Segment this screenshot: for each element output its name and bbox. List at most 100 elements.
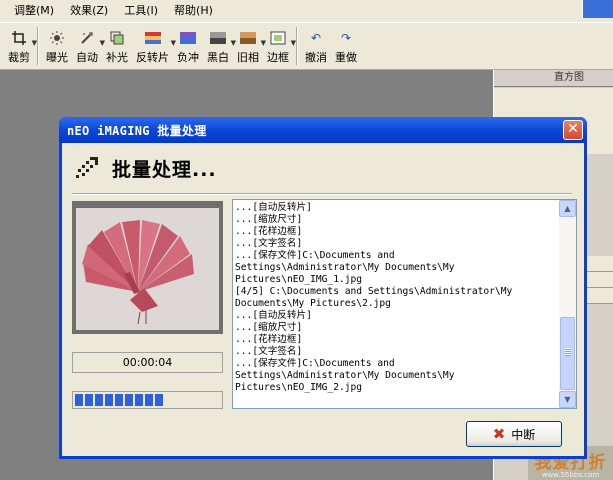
progress-block (115, 394, 123, 406)
log-line: Documents\My Pictures\2.jpg (235, 298, 391, 309)
toolbar-label: 负冲 (177, 51, 199, 64)
menu-help[interactable]: 帮助(H) (166, 0, 221, 22)
toolbar-label: 重做 (335, 51, 357, 64)
batch-process-dialog: nEO iMAGING 批量处理 ✕ 批量处理... 00:00:04 ...[… (59, 117, 587, 459)
stop-button-label: 中断 (511, 427, 536, 442)
close-icon: ✕ (567, 121, 579, 137)
header-divider (72, 193, 572, 195)
reversal-film-icon (144, 31, 161, 45)
batch-process-icon (74, 155, 100, 181)
toolbar-label: 边框 (267, 51, 289, 64)
menu-tools[interactable]: 工具(I) (116, 0, 166, 22)
elapsed-timer: 00:00:04 (72, 352, 223, 373)
log-line: ...[自动反转片] (235, 310, 312, 321)
progress-fill (75, 394, 220, 406)
panel-row (584, 272, 613, 288)
progress-block (85, 394, 93, 406)
toolbar-label: 反转片 (136, 51, 169, 64)
log-line: ...[保存文件]C:\Documents and (235, 358, 395, 369)
auto-wand-icon (79, 31, 95, 45)
progress-block (125, 394, 133, 406)
log-line: ...[文字签名] (235, 238, 303, 249)
toolbar-separator (37, 27, 39, 65)
dialog-heading: 批量处理... (112, 159, 217, 181)
scroll-down-button[interactable]: ▼ (559, 391, 576, 408)
toolbar-undo-button[interactable]: ↶ 撤消 (301, 23, 331, 69)
toolbar-frame-button[interactable]: 边框 ▼ (263, 23, 296, 69)
toolbar-reversal-film-button[interactable]: 反转片 ▼ (132, 23, 176, 69)
dialog-header: 批量处理... (62, 143, 584, 193)
progress-bar (72, 391, 223, 409)
log-line: ...[缩放尺寸] (235, 214, 303, 225)
log-line: [4/5] C:\Documents and Settings\Administ… (235, 286, 513, 297)
toolbar-label: 补光 (106, 51, 128, 64)
grip-icon (565, 348, 571, 356)
stop-button[interactable]: ✖ 中断 (466, 421, 562, 447)
histogram-panel-title: 直方图 (494, 70, 613, 87)
panel-rows (584, 256, 613, 304)
toolbar-separator (296, 27, 298, 65)
progress-block (105, 394, 113, 406)
log-line: ...[保存文件]C:\Documents and (235, 250, 395, 261)
dropdown-arrow-icon[interactable]: ▼ (291, 39, 296, 47)
toolbar-auto-button[interactable]: 自动 ▼ (72, 23, 105, 69)
log-scrollbar[interactable]: ▲ ▼ (559, 200, 576, 408)
menu-effects[interactable]: 效果(Z) (62, 0, 116, 22)
toolbar-label: 裁剪 (8, 51, 30, 64)
black-white-icon (210, 31, 226, 45)
toolbar: 裁剪 ▼ 曝光 自动 ▼ 补光 反转片 ▼ 负冲 黑白 ▼ 旧相 ▼ 边框 ▼ … (0, 22, 613, 70)
progress-block (135, 394, 143, 406)
close-button[interactable]: ✕ (563, 120, 583, 140)
log-line: Settings\Administrator\My Documents\My (235, 370, 455, 381)
toolbar-old-photo-button[interactable]: 旧相 ▼ (233, 23, 266, 69)
toolbar-label: 黑白 (207, 51, 229, 64)
log-text: ...[自动反转片] ...[缩放尺寸] ...[花样边框] ...[文字签名]...… (233, 200, 560, 408)
menu-adjust[interactable]: 调整(M) (6, 0, 62, 22)
log-box[interactable]: ...[自动反转片] ...[缩放尺寸] ...[花样边框] ...[文字签名]...… (232, 199, 577, 409)
log-line: ...[自动反转片] (235, 202, 312, 213)
progress-block (75, 394, 83, 406)
panel-row (584, 288, 613, 304)
log-line: ...[缩放尺寸] (235, 322, 303, 333)
chevron-up-icon: ▲ (564, 204, 571, 213)
frame-icon (270, 31, 286, 45)
progress-block (95, 394, 103, 406)
toolbar-redo-button[interactable]: ↷ 重做 (331, 23, 361, 69)
cross-process-icon (180, 31, 196, 45)
crop-icon (11, 31, 27, 45)
window-control-corner[interactable] (582, 0, 613, 18)
toolbar-exposure-button[interactable]: 曝光 (42, 23, 72, 69)
peacock-origami-image (76, 208, 219, 330)
image-preview (72, 201, 223, 334)
dialog-body: 批量处理... 00:00:04 ...[自动反转片] ...[缩放尺寸] ..… (62, 143, 584, 456)
log-line: Settings\Administrator\My Documents\My (235, 262, 455, 273)
toolbar-label: 曝光 (46, 51, 68, 64)
toolbar-label: 撤消 (305, 51, 327, 64)
cancel-x-icon: ✖ (492, 425, 506, 443)
redo-icon: ↷ (340, 31, 352, 45)
log-line: ...[花样边框] (235, 226, 303, 237)
progress-block (145, 394, 153, 406)
watermark-url: www.55bbs.com (541, 470, 600, 479)
dialog-titlebar[interactable]: nEO iMAGING 批量处理 ✕ (59, 117, 587, 143)
toolbar-label: 旧相 (237, 51, 259, 64)
toolbar-crop-button[interactable]: 裁剪 ▼ (4, 23, 37, 69)
fill-light-icon (109, 31, 125, 45)
chevron-down-icon: ▼ (564, 395, 571, 404)
log-line: Pictures\nEO_IMG_2.jpg (235, 382, 363, 393)
exposure-icon (49, 31, 65, 45)
old-photo-icon (240, 31, 256, 45)
progress-block (155, 394, 163, 406)
scroll-thumb[interactable] (560, 317, 575, 390)
scroll-up-button[interactable]: ▲ (559, 200, 576, 217)
dropdown-arrow-icon[interactable]: ▼ (32, 39, 37, 47)
toolbar-fill-light-button[interactable]: 补光 (102, 23, 132, 69)
toolbar-cross-process-button[interactable]: 负冲 (173, 23, 203, 69)
log-line: ...[文字签名] (235, 346, 303, 357)
toolbar-black-white-button[interactable]: 黑白 ▼ (203, 23, 236, 69)
undo-icon: ↶ (310, 31, 322, 45)
panel-row (584, 256, 613, 272)
menu-bar: 调整(M) 效果(Z) 工具(I) 帮助(H) (0, 0, 613, 22)
log-line: ...[花样边框] (235, 334, 303, 345)
dialog-title: nEO iMAGING 批量处理 (67, 124, 207, 138)
